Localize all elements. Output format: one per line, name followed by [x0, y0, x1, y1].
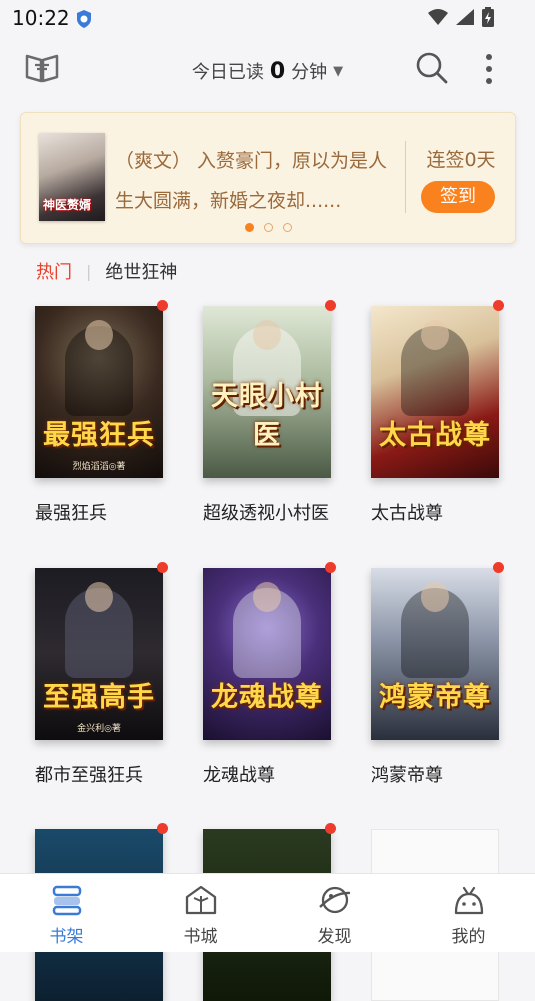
- book-cover-title: 太古战尊: [379, 420, 491, 451]
- reading-time[interactable]: 今日已读 0 分钟 ▼: [0, 58, 535, 84]
- banner-book-cover[interactable]: 神医赘婿: [39, 133, 105, 221]
- system-icons: [427, 7, 495, 31]
- book-cover[interactable]: 鸿蒙帝尊: [371, 568, 499, 740]
- cover-figure: [401, 320, 469, 416]
- update-badge: [325, 562, 336, 573]
- banner-divider: [405, 141, 406, 213]
- reading-time-minutes: 0: [269, 59, 286, 84]
- more-options-icon[interactable]: [484, 52, 494, 90]
- tab-label: 书架: [49, 927, 84, 947]
- book-title[interactable]: 超级透视小村医: [203, 502, 333, 526]
- category-separator: |: [86, 261, 92, 281]
- bookstore-icon: [185, 885, 216, 915]
- caret-down-icon: ▼: [333, 64, 344, 79]
- reading-time-prefix: 今日已读: [191, 62, 264, 83]
- book-title[interactable]: 最强狂兵: [35, 502, 165, 526]
- reading-time-suffix: 分钟: [291, 62, 328, 83]
- banner-pager: [21, 223, 515, 232]
- cover-figure: [65, 582, 133, 678]
- tab-label: 我的: [451, 927, 486, 947]
- tab-label: 发现: [317, 927, 352, 947]
- update-badge: [493, 300, 504, 311]
- cover-figure: [233, 582, 301, 678]
- book-cover-title: 最强狂兵: [43, 420, 155, 451]
- book-cover[interactable]: 天眼小村医: [203, 306, 331, 478]
- discover-planet-icon: [318, 886, 350, 914]
- pager-dot[interactable]: [263, 223, 273, 232]
- tab-discover[interactable]: 发现: [268, 874, 401, 952]
- update-badge: [325, 300, 336, 311]
- category-hot[interactable]: 热门: [36, 258, 72, 284]
- update-badge: [157, 300, 168, 311]
- update-badge: [157, 823, 168, 834]
- status-time: 10:22: [12, 6, 70, 30]
- promo-banner[interactable]: 神医赘婿 （爽文） 入赘豪门，原以为是人生大圆满，新婚之夜却...... 连签0…: [20, 112, 516, 244]
- battery-icon: [481, 7, 495, 31]
- tab-me[interactable]: 我的: [402, 874, 535, 952]
- tab-bookshelf[interactable]: 书架: [0, 874, 133, 952]
- bottom-nav: 书架 书城 发现 我的: [0, 873, 535, 952]
- book-cover-author: 金兴利◎著: [77, 724, 121, 734]
- book-cover-title: 龙魂战尊: [211, 682, 323, 713]
- banner-cover-title: 神医赘婿: [43, 198, 92, 212]
- profile-icon: [454, 886, 483, 915]
- book-cover-title: 天眼小村医: [211, 381, 323, 451]
- book-cover[interactable]: 太古战尊: [371, 306, 499, 478]
- book-title[interactable]: 太古战尊: [371, 502, 501, 526]
- book-cover-title: 鸿蒙帝尊: [379, 682, 491, 713]
- pager-dot[interactable]: [244, 223, 254, 232]
- book-title[interactable]: 鸿蒙帝尊: [371, 764, 501, 788]
- bookshelf-icon: [52, 885, 81, 916]
- tab-label: 书城: [183, 927, 218, 947]
- tab-bookstore[interactable]: 书城: [134, 874, 267, 952]
- book-cover-title: 至强高手: [43, 682, 155, 713]
- book-title[interactable]: 龙魂战尊: [203, 764, 333, 788]
- book-title[interactable]: 都市至强狂兵: [35, 764, 165, 788]
- book-cover-author: 烈焰滔滔◎著: [72, 462, 126, 472]
- status-bar: 10:22: [0, 0, 535, 36]
- update-badge: [325, 823, 336, 834]
- top-bar: 今日已读 0 分钟 ▼: [0, 40, 535, 100]
- category-row: 热门 | 绝世狂神: [36, 258, 177, 284]
- category-tag[interactable]: 绝世狂神: [105, 258, 177, 284]
- sign-in-button[interactable]: 签到: [421, 181, 495, 213]
- sign-in-streak: 连签0天: [426, 149, 496, 171]
- cover-figure: [401, 582, 469, 678]
- banner-text[interactable]: （爽文） 入赘豪门，原以为是人生大圆满，新婚之夜却......: [115, 141, 397, 221]
- wifi-icon: [427, 8, 449, 30]
- book-cover[interactable]: 至强高手 金兴利◎著: [35, 568, 163, 740]
- update-badge: [157, 562, 168, 573]
- cover-figure: [65, 320, 133, 416]
- book-cover[interactable]: 最强狂兵 烈焰滔滔◎著: [35, 306, 163, 478]
- update-badge: [493, 562, 504, 573]
- pager-dot[interactable]: [282, 223, 292, 232]
- shield-icon: [75, 9, 93, 33]
- book-cover[interactable]: 龙魂战尊: [203, 568, 331, 740]
- signal-icon: [455, 8, 475, 30]
- search-icon[interactable]: [414, 50, 450, 90]
